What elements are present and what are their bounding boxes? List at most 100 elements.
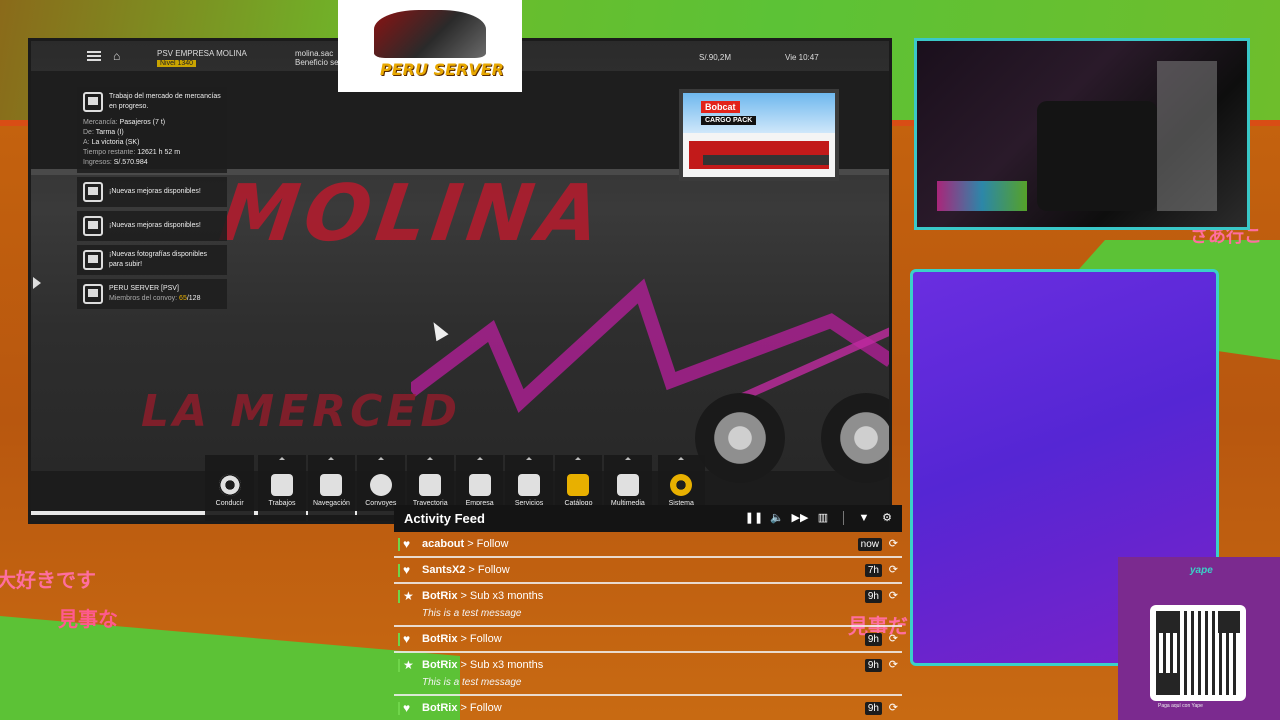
truck-icon [83,182,103,202]
convoy-members-label: Miembros del convoy: [109,295,178,302]
event-time: 7h [864,564,882,577]
jobs-icon [271,474,294,496]
event-user: SantsX2 [422,564,466,576]
heart-icon: ♥ [403,563,411,577]
toolbar-divider [843,511,844,525]
skip-icon[interactable]: ▶▶ [792,511,809,525]
chevron-right-icon: > [460,702,467,714]
event-time: 9h [864,702,882,715]
yape-caption: Paga aquí con Yape [1158,703,1203,709]
event-user: BotRix [422,590,458,602]
to-value: La victoria (SK) [91,139,140,146]
ad-brand: Bobcat [701,101,740,113]
event-action: Follow [469,633,502,645]
bus-livery-graphic [411,278,889,415]
feed-event[interactable]: ♥ SantsX2 > Follow 7h ⟳ [394,558,902,584]
ad-sky [683,93,835,133]
event-action: Follow [469,702,502,714]
game-screen[interactable]: MOLINA LA MERCED ⌂ PSV EMPRESA MOLINA Ni… [28,38,892,524]
webcam-object [1037,101,1157,211]
bus-icon [468,474,491,496]
company-name: PSV EMPRESA MOLINA [157,49,247,58]
filter-icon[interactable]: ▼ [857,511,871,525]
feed-event[interactable]: ♥ acabout > Follow now ⟳ [394,532,902,558]
profile-icon [419,474,442,496]
star-icon: ★ [403,589,414,603]
event-user: acabout [422,538,465,550]
settings-icon[interactable]: ⚙ [880,511,894,525]
event-user: BotRix [422,633,458,645]
replay-icon[interactable]: ⟳ [889,658,898,671]
event-action: Sub x3 months [469,590,544,602]
feed-event[interactable]: ♥ BotRix > Follow 9h ⟳ [394,696,902,720]
partner-name: molina.sac [295,49,334,58]
convoy-card[interactable]: PERU SERVER [PSV] Miembros del convoy: 6… [77,279,227,309]
event-time: 9h [864,590,882,603]
dock-navigation-button[interactable]: Navegación [307,455,356,521]
event-action: Follow [476,538,509,550]
chevron-right-icon: > [468,564,475,576]
replay-icon[interactable]: ⟳ [889,589,898,602]
heart-icon: ♥ [403,632,411,646]
notification-item[interactable]: ¡Nuevas mejoras disponibles! [77,211,227,241]
map-icon [320,474,343,496]
trash-icon[interactable]: ▥ [816,511,830,525]
notification-item[interactable]: ¡Nuevas fotografías disponibles para sub… [77,245,227,275]
job-card[interactable]: Trabajo del mercado de mercancías en pro… [77,87,227,173]
steering-wheel-icon [218,474,241,496]
bus-livery-text: LA MERCED [141,386,462,437]
home-icon[interactable]: ⌂ [113,49,120,63]
notification-item[interactable]: ¡Nuevas mejoras disponibles! [77,177,227,207]
expand-arrow-icon[interactable] [33,277,41,289]
replay-icon[interactable]: ⟳ [889,701,898,714]
replay-icon[interactable]: ⟳ [889,632,898,645]
money-readout: S/.90,2M [699,53,732,62]
event-message: This is a test message [422,677,522,688]
ad-trailer-image [703,155,829,165]
replay-icon[interactable]: ⟳ [889,563,898,576]
feed-event[interactable]: ★ BotRix > Sub x3 months This is a test me… [394,653,902,696]
bus-logo-image [374,10,486,58]
from-label: De: [83,129,94,136]
convoy-name: PERU SERVER [PSV] [109,285,179,292]
event-action: Sub x3 months [469,659,544,671]
feed-event[interactable]: ♥ BotRix > Follow 9h ⟳ [394,627,902,653]
overlay-jp-text: 大好きです [0,568,96,592]
volume-icon[interactable]: 🔈 [770,511,784,525]
gear-icon [670,474,693,496]
pause-icon[interactable]: ❚❚ [745,511,763,525]
ad-pack: CARGO PACK [701,116,757,125]
job-title: Trabajo del mercado de mercancías en pro… [109,93,221,110]
activity-feed-title: Activity Feed [404,511,485,526]
globe-icon [369,474,392,496]
notification-panel: Trabajo del mercado de mercancías en pro… [77,87,227,313]
activity-feed-header: Activity Feed ❚❚ 🔈 ▶▶ ▥ ▼ ⚙ [394,505,902,532]
event-message: This is a test message [422,608,522,619]
webcam-object [1157,61,1217,211]
bus-livery-text: MOLINA [214,169,612,259]
feed-toolbar: ❚❚ 🔈 ▶▶ ▥ ▼ ⚙ [745,511,894,525]
from-value: Tarma (I) [95,129,124,136]
star-icon: ★ [403,658,414,672]
truck-icon [83,216,103,236]
feed-event[interactable]: ★ BotRix > Sub x3 months This is a test me… [394,584,902,627]
logo-text: PERU SERVER [380,60,504,79]
chevron-right-icon: > [460,590,467,602]
replay-icon[interactable]: ⟳ [889,537,898,550]
income-label: Ingresos: [83,159,112,166]
dock-drive-button[interactable]: Conducir [205,455,255,521]
partner-subtitle: Beneficio ser [295,58,342,67]
qr-code[interactable] [1150,605,1246,701]
to-label: A: [83,139,90,146]
company-info[interactable]: PSV EMPRESA MOLINA Nivel 1340 [157,49,247,67]
dock-label: Conducir [215,500,244,507]
dock-label: Convoyes [365,500,397,507]
partner-info[interactable]: molina.sac Beneficio ser [295,49,341,67]
clock-readout: Vie 10:47 [785,53,819,62]
dock-jobs-button[interactable]: Trabajos [258,455,306,521]
cargo-label: Mercancía: [83,119,118,126]
income-value: S/.570.984 [113,159,148,166]
heart-icon: ♥ [403,537,411,551]
ad-banner[interactable]: Bobcat CARGO PACK [679,89,839,181]
menu-icon[interactable] [87,51,101,61]
